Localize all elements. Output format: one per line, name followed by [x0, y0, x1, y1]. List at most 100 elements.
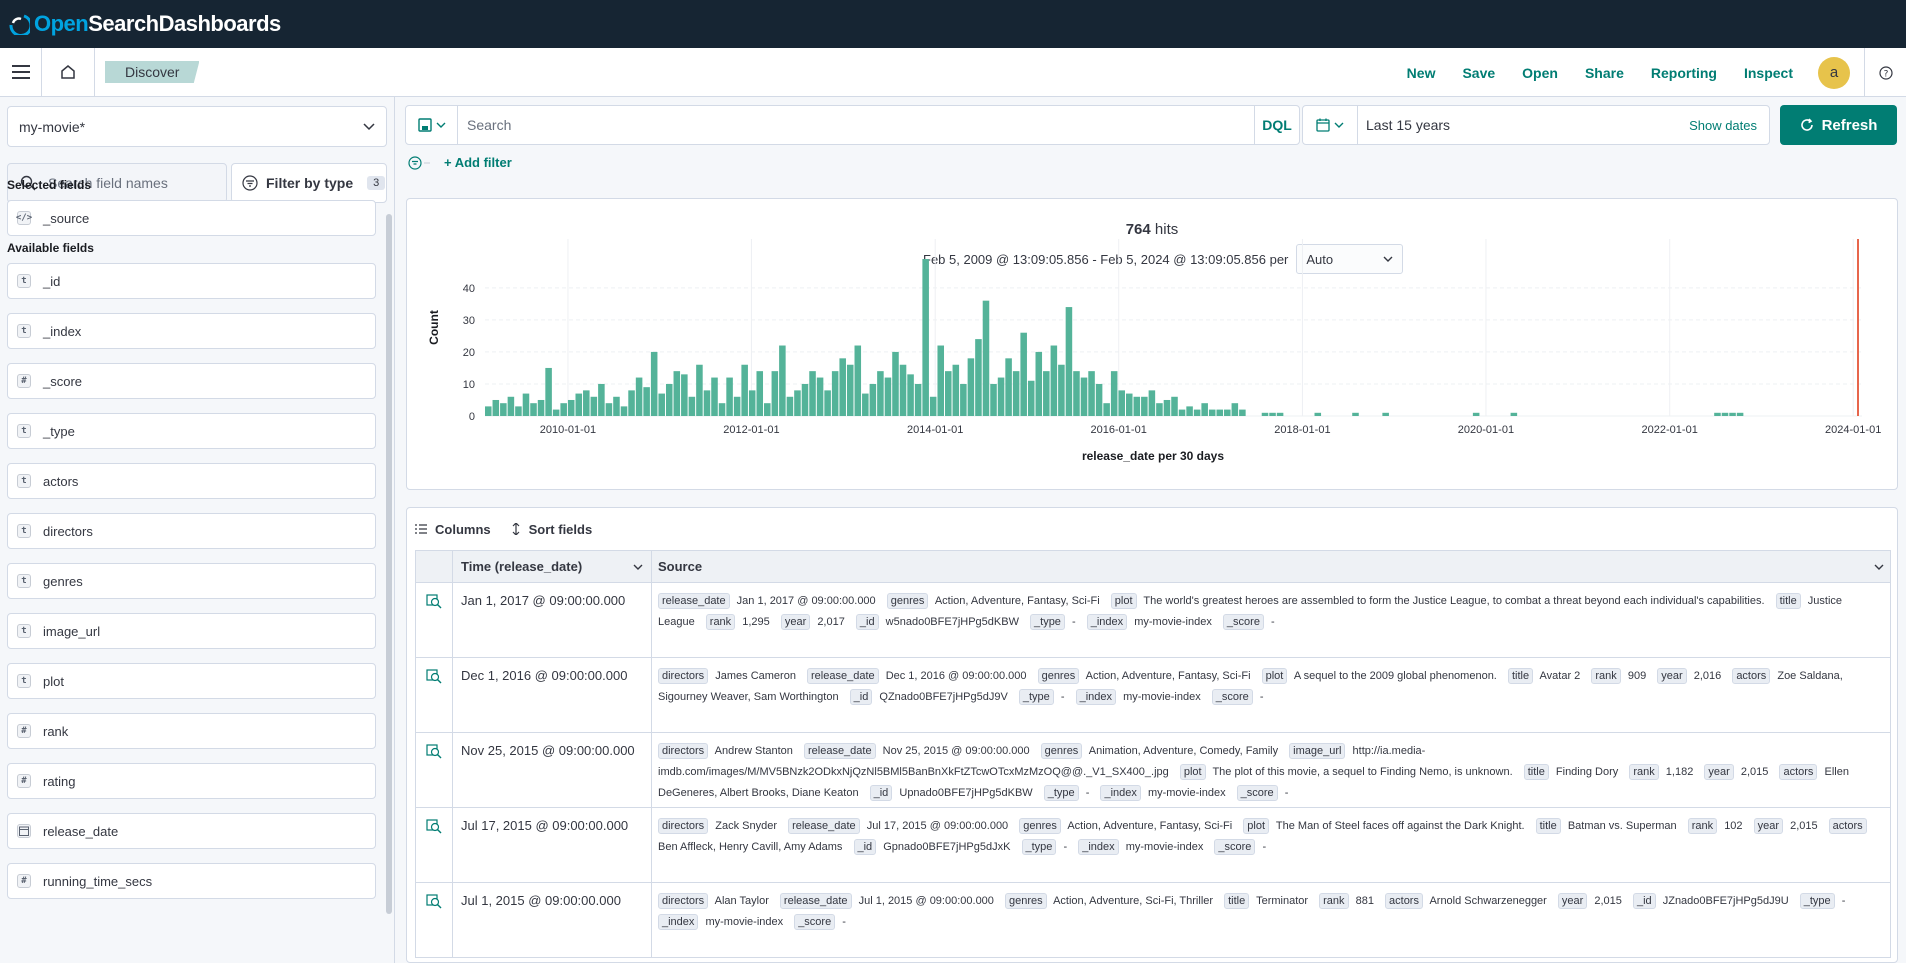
field-item-id[interactable]: t _id — [7, 263, 376, 299]
field-key: _score — [794, 914, 836, 930]
quick-select-button[interactable] — [1303, 106, 1358, 144]
time-column-header[interactable]: Time (release_date) — [453, 551, 652, 582]
show-dates-link[interactable]: Show dates — [1689, 118, 1757, 133]
chevron-down-icon[interactable] — [1874, 564, 1884, 570]
string-field-icon: t — [17, 474, 31, 488]
field-key: _index — [1075, 689, 1117, 705]
field-item-index[interactable]: t _index — [7, 313, 376, 349]
brand-dashboards: Dashboards — [158, 11, 282, 36]
histogram-bar — [726, 377, 733, 416]
histogram-bar — [515, 406, 522, 416]
search-input[interactable]: Search — [458, 117, 1254, 133]
new-link[interactable]: New — [1407, 65, 1436, 81]
index-pattern-select[interactable]: my-movie* — [7, 106, 387, 147]
expand-row-button[interactable] — [416, 658, 453, 732]
sidebar-scrollbar[interactable] — [386, 214, 392, 914]
filter-options-icon[interactable] — [408, 155, 432, 170]
expand-row-button[interactable] — [416, 733, 453, 807]
expand-row-button[interactable] — [416, 808, 453, 882]
field-value: Jul 1, 2015 @ 09:00:00.000 — [858, 895, 994, 907]
histogram-bar — [560, 403, 567, 416]
field-item-directors[interactable]: t directors — [7, 513, 376, 549]
share-link[interactable]: Share — [1585, 65, 1624, 81]
field-item-actors[interactable]: t actors — [7, 463, 376, 499]
table-row[interactable]: Jan 1, 2017 @ 09:00:00.000 release_date J… — [415, 583, 1891, 658]
field-key: _index — [1086, 614, 1128, 630]
field-item-type[interactable]: t _type — [7, 413, 376, 449]
field-item-rank[interactable]: # rank — [7, 713, 376, 749]
table-row[interactable]: Dec 1, 2016 @ 09:00:00.000 directors Jame… — [415, 658, 1891, 733]
field-item-plot[interactable]: t plot — [7, 663, 376, 699]
query-language-button[interactable]: DQL — [1254, 106, 1299, 144]
histogram-bar — [530, 403, 537, 416]
field-value: Action, Adventure, Sci-Fi, Thriller — [1053, 895, 1214, 907]
field-value: - — [1072, 616, 1076, 628]
time-range-label[interactable]: Last 15 years — [1358, 117, 1689, 133]
field-value: my-movie-index — [705, 916, 784, 928]
histogram-bar — [937, 345, 945, 416]
field-key: _id — [869, 785, 893, 801]
open-link[interactable]: Open — [1522, 65, 1558, 81]
field-key: genres — [1037, 668, 1080, 684]
field-value: 1,295 — [742, 616, 770, 628]
field-item-rating[interactable]: # rating — [7, 763, 376, 799]
field-name: _index — [43, 323, 82, 339]
inspect-link[interactable]: Inspect — [1744, 65, 1793, 81]
field-item-release-date[interactable]: release_date — [7, 813, 376, 849]
menu-button[interactable] — [0, 47, 42, 97]
chevron-down-icon[interactable] — [633, 564, 643, 570]
refresh-button[interactable]: Refresh — [1780, 105, 1897, 145]
add-filter-button[interactable]: + Add filter — [444, 155, 512, 170]
table-row[interactable]: Nov 25, 2015 @ 09:00:00.000 directors And… — [415, 733, 1891, 808]
histogram-bar — [839, 358, 846, 416]
table-row[interactable]: Jul 17, 2015 @ 09:00:00.000 directors Zac… — [415, 808, 1891, 883]
field-key: _type — [1043, 785, 1079, 801]
field-key: _id — [853, 839, 877, 855]
filter-by-type-button[interactable]: Filter by type 3 — [231, 163, 387, 203]
field-value: - — [1259, 691, 1264, 703]
filter-count-badge: 3 — [367, 176, 386, 190]
histogram-bar — [884, 377, 892, 416]
x-tick-label: 2022-01-01 — [1642, 424, 1698, 436]
string-field-icon: t — [17, 424, 31, 438]
field-value: my-movie-index — [1134, 616, 1212, 628]
control-column-header — [416, 551, 453, 582]
help-button[interactable]: ? — [1864, 48, 1906, 97]
field-item-source[interactable]: </> _source — [7, 200, 376, 236]
expand-row-button[interactable] — [416, 583, 453, 657]
expand-row-button[interactable] — [416, 883, 453, 957]
table-row[interactable]: Jul 1, 2015 @ 09:00:00.000 directors Alan… — [415, 883, 1891, 958]
histogram-bar — [907, 374, 914, 416]
field-item-score[interactable]: # _score — [7, 363, 376, 399]
field-value: 2,015 — [1594, 895, 1622, 907]
field-value: - — [842, 916, 846, 928]
home-button[interactable] — [42, 47, 95, 97]
field-value: - — [1085, 787, 1090, 799]
reporting-link[interactable]: Reporting — [1651, 65, 1717, 81]
field-item-running-time-secs[interactable]: # running_time_secs — [7, 863, 376, 899]
histogram-chart[interactable]: 0 10 20 30 40 2010-01-01 2012-01-01 2014-01-01 2… — [407, 199, 1899, 491]
columns-button[interactable]: Columns — [415, 522, 491, 537]
histogram-bar — [967, 358, 975, 416]
field-name: rank — [43, 723, 69, 739]
sort-fields-button[interactable]: Sort fields — [511, 522, 592, 537]
save-link[interactable]: Save — [1462, 65, 1495, 81]
histogram-bar — [1269, 412, 1276, 416]
selected-fields-title: Selected fields — [7, 178, 92, 192]
histogram-bar — [945, 371, 952, 416]
string-field-icon: t — [17, 324, 31, 338]
histogram-bar — [681, 374, 688, 416]
field-sidebar: my-movie* Search field names Filter by t… — [0, 97, 395, 963]
source-column-header[interactable]: Source — [652, 559, 1890, 574]
opensearch-logo[interactable]: Open Search Dashboards — [8, 11, 281, 37]
field-item-image-url[interactable]: t image_url — [7, 613, 376, 649]
user-avatar[interactable]: a — [1818, 56, 1850, 89]
field-item-genres[interactable]: t genres — [7, 563, 376, 599]
field-key: directors — [658, 743, 709, 759]
field-key: actors — [1828, 818, 1867, 834]
field-key: release_date — [779, 893, 852, 909]
breadcrumb-discover[interactable]: Discover — [105, 61, 200, 83]
saved-queries-button[interactable] — [406, 106, 458, 144]
number-field-icon: # — [17, 774, 31, 788]
source-column-label: Source — [658, 559, 703, 574]
